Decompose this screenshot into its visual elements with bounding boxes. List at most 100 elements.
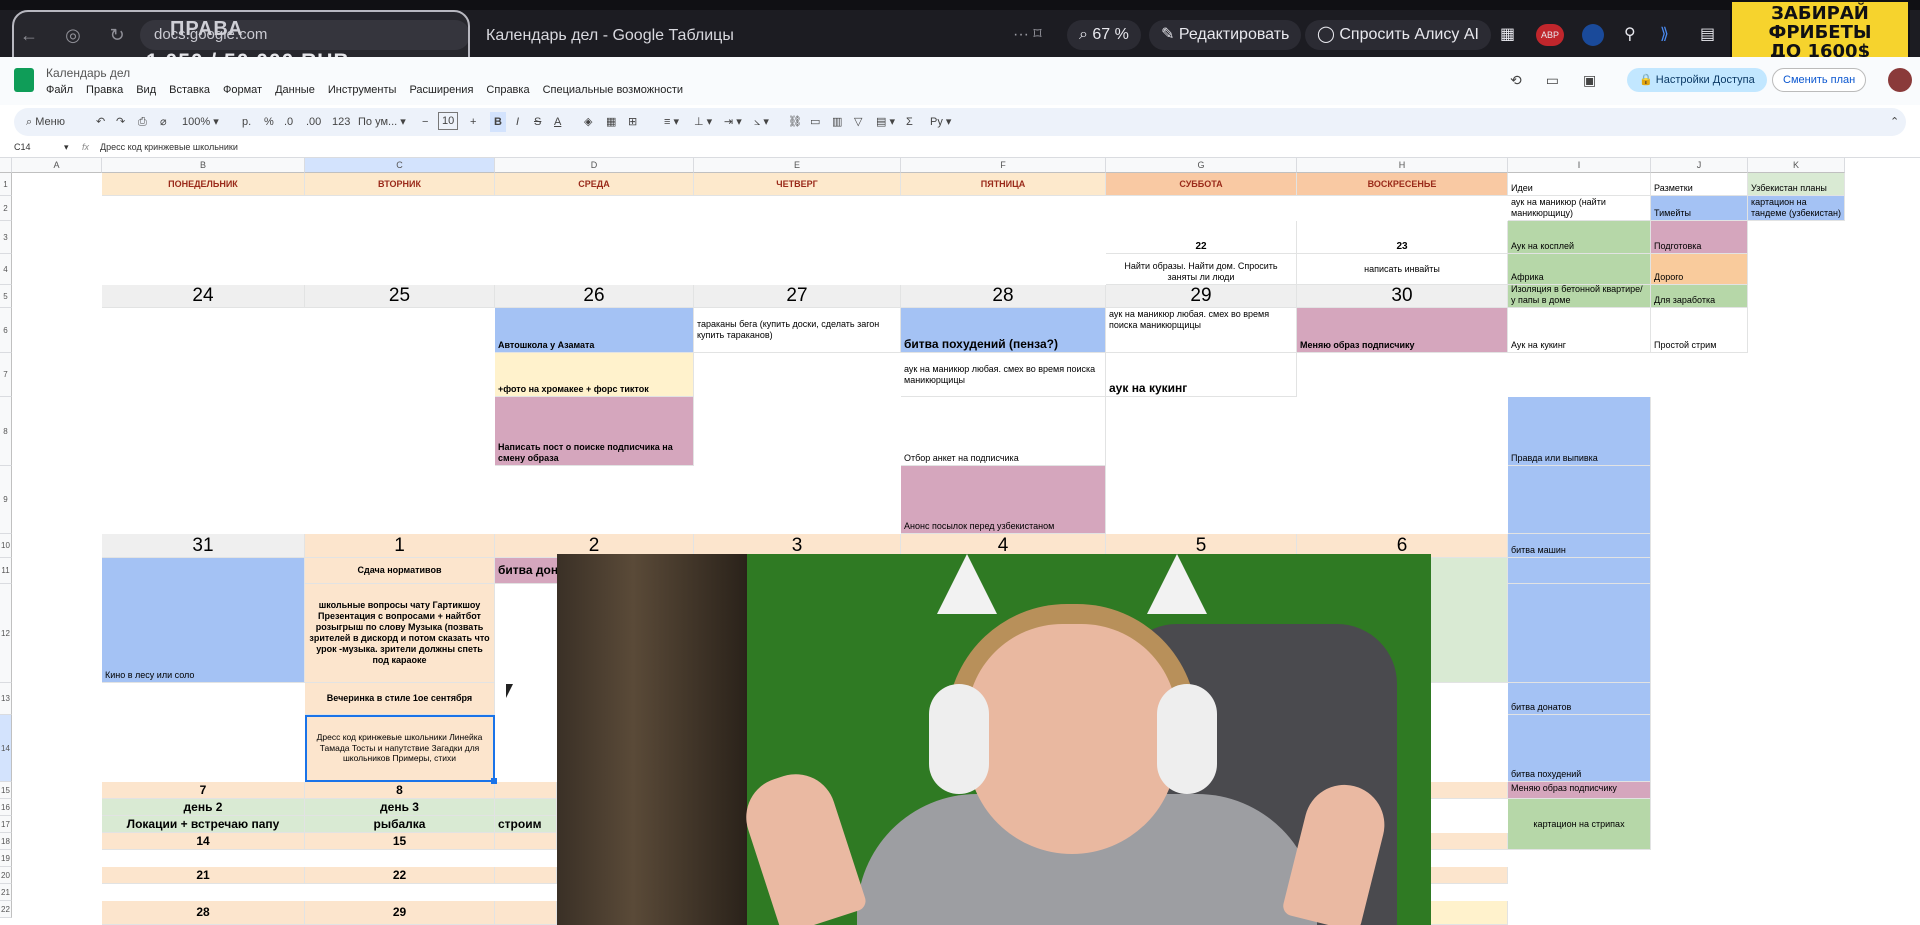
number-format-button[interactable]: 123: [332, 108, 350, 136]
cell-h12[interactable]: [1431, 558, 1508, 683]
cell-d7[interactable]: +фото на хромакее + форс тикток: [495, 353, 694, 397]
col-header-c[interactable]: C: [305, 158, 495, 173]
date-30[interactable]: 30: [1297, 285, 1508, 308]
cell-g4[interactable]: Найти образы. Найти дом. Спросить заняты…: [1106, 254, 1297, 285]
date-25[interactable]: 25: [305, 285, 495, 308]
currency-button[interactable]: р.: [242, 108, 251, 136]
share-button[interactable]: 🔒 Настройки Доступа: [1627, 68, 1767, 92]
cell-i2[interactable]: аук на маникюр (найти маникюрщицу): [1508, 196, 1651, 221]
date-15[interactable]: 15: [305, 833, 495, 850]
active-cell-selection[interactable]: [305, 715, 495, 782]
more-icon[interactable]: ··· ⌑: [1001, 20, 1054, 50]
date-21[interactable]: 21: [102, 867, 305, 884]
cell-b17[interactable]: Локации + встречаю папу: [102, 816, 305, 833]
col-header-d[interactable]: D: [495, 158, 694, 173]
date-1[interactable]: 1: [305, 534, 495, 558]
cell-j4[interactable]: Дорого: [1651, 254, 1748, 285]
row-header-1[interactable]: 1: [0, 173, 12, 196]
menu-tools[interactable]: Инструменты: [328, 84, 397, 96]
search-menu-button[interactable]: ⌕ Меню: [26, 108, 65, 136]
extension-icon-2[interactable]: ⟫: [1660, 20, 1669, 50]
uzbekistan-header[interactable]: Узбекистан планы: [1748, 173, 1845, 196]
row-header-6[interactable]: 6: [0, 308, 12, 353]
cell-i11[interactable]: [1508, 558, 1651, 584]
wrap-icon[interactable]: ⇥ ▾: [724, 108, 742, 136]
menu-edit[interactable]: Правка: [86, 84, 123, 96]
filter-views-icon[interactable]: ▤ ▾: [876, 108, 895, 136]
date-28b[interactable]: 28: [102, 901, 305, 925]
filter-icon[interactable]: ▽: [854, 108, 862, 136]
row-header-22[interactable]: 22: [0, 901, 12, 918]
col-header-b[interactable]: B: [102, 158, 305, 173]
day-header-sun[interactable]: ВОСКРЕСЕНЬЕ: [1297, 173, 1508, 196]
strikethrough-button[interactable]: S: [534, 108, 541, 136]
row-header-8[interactable]: 8: [0, 397, 12, 466]
text-color-button[interactable]: A: [554, 108, 561, 136]
cell-i12[interactable]: [1508, 584, 1651, 683]
date-24[interactable]: 24: [102, 285, 305, 308]
col-header-g[interactable]: G: [1106, 158, 1297, 173]
row-header-12[interactable]: 12: [0, 584, 12, 683]
day-header-thu[interactable]: ЧЕТВЕРГ: [694, 173, 901, 196]
merge-icon[interactable]: ⊞: [628, 108, 637, 136]
cell-c17[interactable]: рыбалка: [305, 816, 495, 833]
col-header-h[interactable]: H: [1297, 158, 1508, 173]
align-icon[interactable]: ≡ ▾: [664, 108, 679, 136]
meet-icon[interactable]: ▣: [1583, 72, 1596, 89]
cell-i15[interactable]: Меняю образ подписчику: [1508, 782, 1651, 799]
date-14[interactable]: 14: [102, 833, 305, 850]
menu-view[interactable]: Вид: [136, 84, 156, 96]
formula-input[interactable]: Дресс код кринжевые школьники: [100, 142, 238, 152]
cell-j5[interactable]: Для заработка: [1651, 285, 1748, 308]
cell-c11[interactable]: Сдача нормативов: [305, 558, 495, 584]
functions-button[interactable]: Σ: [906, 108, 913, 136]
cell-f6[interactable]: битва похудений (пенза?): [901, 308, 1106, 353]
cell-k2[interactable]: картацион на тандеме (узбекистан): [1748, 196, 1845, 221]
change-plan-button[interactable]: Сменить план: [1772, 68, 1867, 92]
col-header-k[interactable]: K: [1748, 158, 1845, 173]
date-29[interactable]: 29: [1106, 285, 1297, 308]
date-31[interactable]: 31: [102, 534, 305, 558]
menu-data[interactable]: Данные: [275, 84, 315, 96]
cell-c12[interactable]: школьные вопросы чату Гартикшоу Презента…: [305, 584, 495, 683]
redo-icon[interactable]: ↷: [116, 108, 125, 136]
cell-h6[interactable]: Меняю образ подписчику: [1297, 308, 1508, 353]
cell-d16[interactable]: [495, 799, 557, 816]
cell-f9[interactable]: Анонс посылок перед узбекистаном: [901, 466, 1106, 534]
decrease-decimal-button[interactable]: .0: [284, 108, 293, 136]
sheets-logo-icon[interactable]: [14, 68, 34, 92]
row-header-14[interactable]: 14: [0, 715, 12, 782]
font-select[interactable]: По ум... ▾: [358, 108, 406, 136]
cell-g7[interactable]: аук на кукинг: [1106, 353, 1297, 397]
date-8[interactable]: 8: [305, 782, 495, 799]
comment-add-icon[interactable]: ▭: [810, 108, 820, 136]
cell-b16[interactable]: день 2: [102, 799, 305, 816]
cell-j2[interactable]: Тимейты: [1651, 196, 1748, 221]
document-name[interactable]: Календарь дел: [46, 66, 130, 80]
tab-strip[interactable]: [0, 0, 1920, 10]
col-header-e[interactable]: E: [694, 158, 901, 173]
menu-insert[interactable]: Вставка: [169, 84, 210, 96]
cell-i4[interactable]: Африка: [1508, 254, 1651, 285]
cell-b12[interactable]: Кино в лесу или соло: [102, 558, 305, 683]
col-header-i[interactable]: I: [1508, 158, 1651, 173]
day-header-sat[interactable]: СУББОТА: [1106, 173, 1297, 196]
date-29b[interactable]: 29: [305, 901, 495, 925]
day-header-wed[interactable]: СРЕДА: [495, 173, 694, 196]
menu-help[interactable]: Справка: [486, 84, 529, 96]
cell-i6[interactable]: Аук на кукинг: [1508, 308, 1651, 353]
cell-h4[interactable]: написать инвайты: [1297, 254, 1508, 285]
row-header-5[interactable]: 5: [0, 285, 12, 308]
pin-icon[interactable]: ⚲: [1624, 20, 1636, 50]
ask-alice-button[interactable]: ◯ Спросить Алису AI: [1305, 20, 1491, 50]
comment-icon[interactable]: ▭: [1546, 72, 1559, 89]
col-header-j[interactable]: J: [1651, 158, 1748, 173]
cell-i13[interactable]: битва донатов: [1508, 683, 1651, 715]
row-header-10[interactable]: 10: [0, 534, 12, 558]
cell-i14[interactable]: битва похудений: [1508, 715, 1651, 782]
name-box-dropdown-icon[interactable]: ▾: [64, 142, 69, 153]
cell-j6[interactable]: Простой стрим: [1651, 308, 1748, 353]
cell-i9[interactable]: [1508, 466, 1651, 534]
cell-i3[interactable]: Аук на косплей: [1508, 221, 1651, 254]
date-28[interactable]: 28: [901, 285, 1106, 308]
